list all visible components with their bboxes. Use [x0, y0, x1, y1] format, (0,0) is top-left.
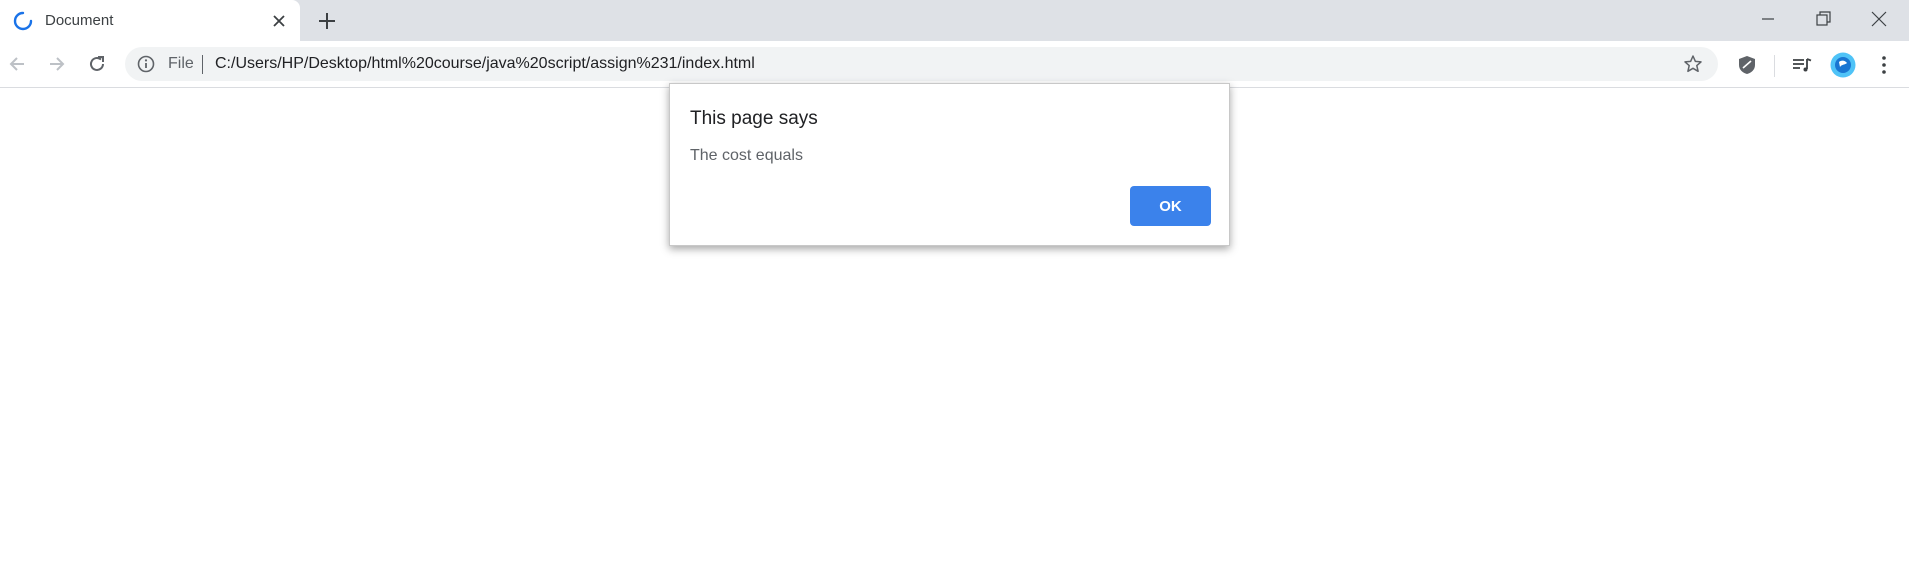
tab-title: Document [45, 12, 114, 29]
omnibox-divider [202, 55, 203, 74]
profile-avatar-icon[interactable] [1830, 52, 1856, 78]
url-text[interactable]: C:/Users/HP/Desktop/html%20course/java%2… [215, 55, 755, 73]
close-icon[interactable] [269, 11, 289, 31]
dialog-message: The cost equals [690, 147, 803, 164]
ok-button[interactable]: OK [1130, 186, 1211, 226]
tab-document[interactable]: Document [0, 0, 300, 41]
kebab-menu-icon[interactable] [1872, 53, 1896, 77]
minimize-icon[interactable] [1755, 6, 1781, 32]
media-queue-icon[interactable] [1790, 53, 1814, 77]
tab-strip: Document [0, 0, 1909, 41]
address-bar[interactable]: File C:/Users/HP/Desktop/html%20course/j… [125, 47, 1718, 81]
back-icon[interactable] [6, 53, 28, 75]
info-icon[interactable] [137, 55, 155, 73]
forward-icon[interactable] [46, 53, 68, 75]
restore-icon[interactable] [1810, 6, 1836, 32]
shield-extension-icon[interactable] [1735, 53, 1759, 77]
star-icon[interactable] [1683, 54, 1703, 74]
window-close-icon[interactable] [1866, 6, 1892, 32]
alert-dialog: This page says The cost equals OK [669, 83, 1230, 246]
toolbar: File C:/Users/HP/Desktop/html%20course/j… [0, 41, 1909, 88]
plus-icon[interactable] [316, 10, 338, 32]
dialog-title: This page says [690, 108, 818, 129]
security-chip-label: File [168, 55, 194, 72]
toolbar-divider [1774, 55, 1775, 77]
reload-icon[interactable] [86, 53, 108, 75]
spinner-icon [13, 11, 33, 31]
